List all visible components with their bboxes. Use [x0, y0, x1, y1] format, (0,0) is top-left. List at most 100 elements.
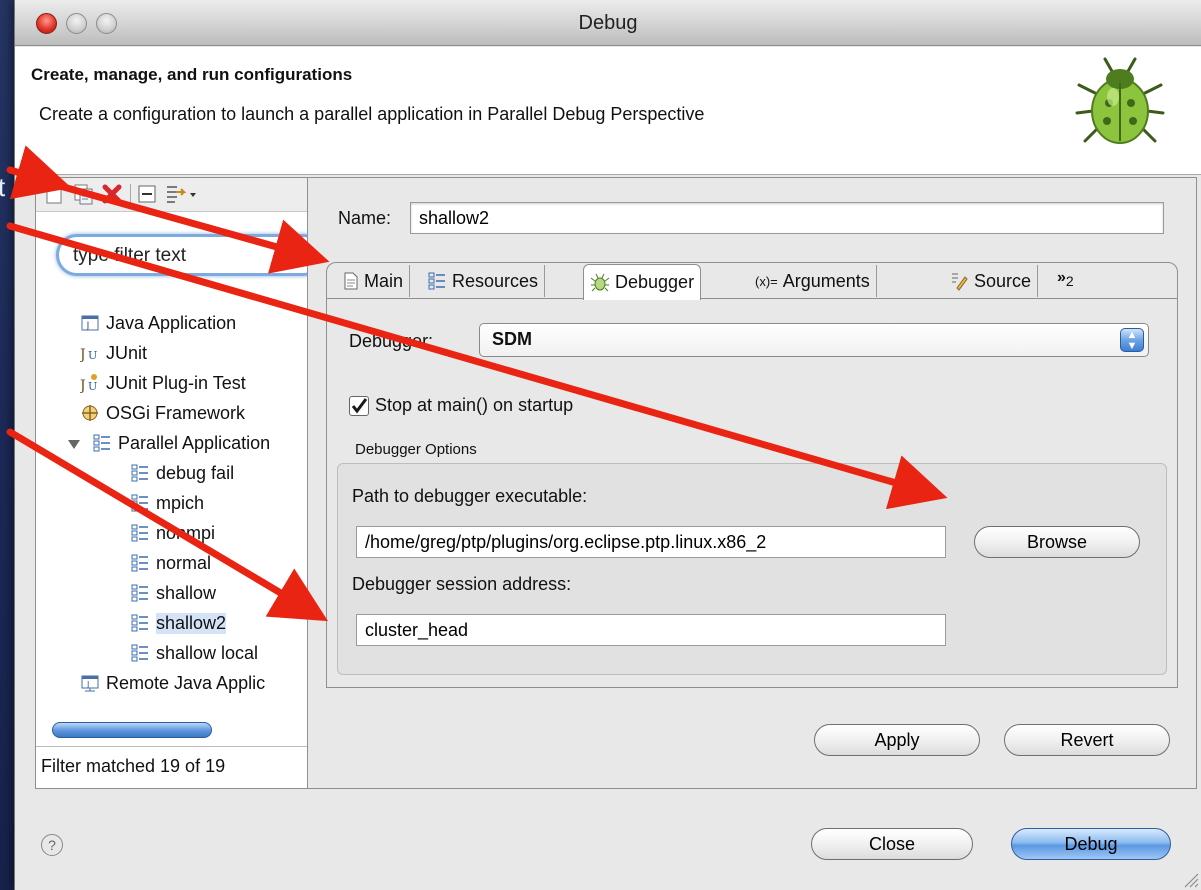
scrollbar-thumb[interactable] [52, 722, 212, 738]
junit-plugin-icon: JU [80, 373, 100, 393]
filter-input[interactable] [73, 243, 313, 269]
tree-item-shallow2[interactable]: shallow2 [130, 608, 227, 638]
tree-item-parallel-application[interactable]: Parallel Application [92, 428, 270, 458]
path-label: Path to debugger executable: [352, 486, 588, 506]
session-address-input[interactable] [356, 614, 946, 646]
new-config-icon[interactable] [42, 182, 66, 206]
tree-horizontal-scrollbar[interactable] [52, 720, 315, 742]
parallel-config-icon [130, 613, 150, 633]
parallel-config-icon [130, 643, 150, 663]
browse-button[interactable]: Browse [974, 526, 1140, 558]
tab-arguments[interactable]: (x)= Arguments [749, 265, 877, 297]
debug-dialog: Debug Create, manage, and run configurat… [14, 0, 1201, 890]
tree-item-label: JUnit [106, 342, 148, 363]
config-tabs: Main Resources Debugger (x)= Arguments S… [326, 262, 1178, 688]
duplicate-icon[interactable] [72, 182, 96, 206]
tab-main[interactable]: Main [337, 265, 411, 297]
config-type-panel: J Java Application JU JUnit JU JUnit Plu… [35, 177, 324, 789]
session-address-label: Debugger session address: [352, 574, 572, 594]
select-arrows-icon[interactable]: ▲ ▼ [1120, 328, 1144, 352]
tree-item-osgi-framework[interactable]: OSGi Framework [80, 398, 245, 428]
ladybug-icon [1075, 57, 1165, 144]
left-toolbar [36, 178, 308, 212]
debugger-options-title: Debugger Options [355, 441, 477, 458]
tree-item-java-application[interactable]: J Java Application [80, 308, 236, 338]
tree-item-label: normal [156, 552, 212, 573]
toolbar-separator [130, 184, 131, 206]
tab-label: Resources [452, 270, 539, 291]
remote-java-icon: J [80, 673, 100, 693]
parallel-config-icon [130, 523, 150, 543]
tree-item-shallow-local[interactable]: shallow local [130, 638, 258, 668]
debugger-options-group: Path to debugger executable: Browse Debu… [337, 463, 1167, 675]
main-tab-icon [343, 272, 359, 290]
resources-tab-icon [427, 271, 447, 291]
stop-at-main-label: Stop at main() on startup [375, 395, 574, 415]
tab-label: Source [974, 270, 1032, 291]
tree-item-label: nonmpi [156, 522, 216, 543]
config-tree: J Java Application JU JUnit JU JUnit Plu… [36, 298, 308, 716]
stop-at-main-option[interactable]: Stop at main() on startup [349, 395, 573, 416]
parallel-config-icon [130, 493, 150, 513]
tree-item-normal[interactable]: normal [130, 548, 211, 578]
close-button[interactable]: Close [811, 828, 973, 860]
tree-item-mpich[interactable]: mpich [130, 488, 204, 518]
stop-at-main-checkbox[interactable] [349, 395, 369, 416]
tab-bar: Main Resources Debugger (x)= Arguments S… [327, 263, 1177, 300]
header-title: Create, manage, and run configurations [31, 65, 353, 84]
collapse-all-icon[interactable] [136, 182, 160, 206]
tree-item-debug-fail[interactable]: debug fail [130, 458, 234, 488]
revert-button[interactable]: Revert [1004, 724, 1170, 756]
arguments-tab-icon: (x)= [755, 273, 778, 289]
tree-item-label: Parallel Application [118, 432, 271, 453]
expand-twisty-icon[interactable] [68, 440, 80, 449]
tree-item-label: shallow local [156, 642, 259, 663]
name-label: Name: [338, 208, 392, 228]
delete-icon[interactable] [100, 182, 124, 206]
parallel-config-icon [130, 553, 150, 573]
tabs-overflow-button[interactable]: »2 [1057, 269, 1074, 289]
tree-item-junit[interactable]: JU JUnit [80, 338, 147, 368]
filter-field[interactable] [56, 234, 324, 276]
tab-source[interactable]: Source [943, 265, 1039, 297]
svg-text:J: J [80, 378, 86, 393]
parallel-config-icon [130, 463, 150, 483]
tab-resources[interactable]: Resources [421, 265, 546, 297]
debugger-path-input[interactable] [356, 526, 946, 558]
tab-label: Debugger [615, 272, 695, 292]
tree-item-label: mpich [156, 492, 205, 513]
tree-item-remote-java-application[interactable]: J Remote Java Applic [80, 668, 265, 698]
junit-icon: JU [80, 343, 100, 363]
tree-item-label: OSGi Framework [106, 402, 246, 423]
help-icon[interactable]: ? [41, 834, 63, 856]
tree-item-nonmpi[interactable]: nonmpi [130, 518, 215, 548]
tree-item-shallow[interactable]: shallow [130, 578, 216, 608]
tree-item-label: JUnit Plug-in Test [106, 372, 246, 393]
filter-menu-icon[interactable] [164, 182, 200, 206]
desktop-text-fragment: t [0, 172, 6, 202]
tree-item-label: debug fail [156, 462, 235, 483]
apply-button[interactable]: Apply [814, 724, 980, 756]
svg-text:U: U [88, 380, 97, 393]
tree-item-label: shallow [156, 582, 217, 603]
tab-label: Arguments [782, 270, 870, 291]
svg-text:J: J [86, 680, 89, 689]
title-bar[interactable]: Debug [15, 0, 1201, 46]
debugger-tab-icon [590, 273, 610, 293]
name-input[interactable] [410, 202, 1164, 234]
tabs-overflow-glyph: » [1057, 269, 1066, 286]
tab-debugger[interactable]: Debugger [583, 264, 702, 300]
debug-button[interactable]: Debug [1011, 828, 1171, 860]
header-description: Create a configuration to launch a paral… [39, 104, 705, 124]
tree-item-junit-plugin-test[interactable]: JU JUnit Plug-in Test [80, 368, 246, 398]
debugger-select[interactable]: SDM ▲ ▼ [479, 323, 1149, 357]
tree-item-label: shallow2 [156, 612, 227, 634]
svg-text:U: U [88, 349, 97, 362]
parallel-config-icon [130, 583, 150, 603]
java-app-icon: J [80, 313, 100, 333]
window-title: Debug [578, 12, 638, 34]
osgi-icon [80, 403, 100, 423]
checkmark-icon [351, 397, 368, 413]
config-editor-panel: Name: Main Resources [307, 177, 1197, 789]
resize-grip-icon[interactable] [1181, 870, 1199, 888]
